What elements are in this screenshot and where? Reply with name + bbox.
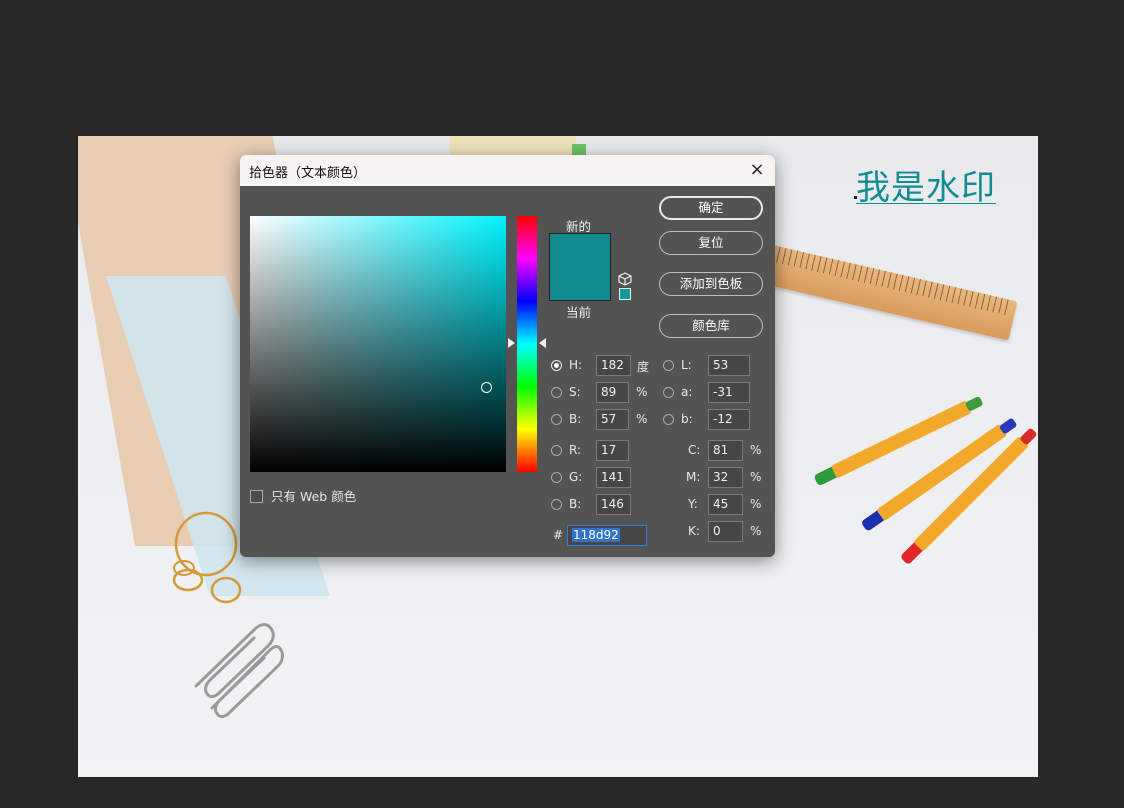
h-label: H: xyxy=(569,358,583,372)
lab-b-label: b: xyxy=(681,412,693,426)
radio-b[interactable] xyxy=(551,414,562,425)
b-field[interactable]: 57 xyxy=(596,409,629,430)
ok-button[interactable]: 确定 xyxy=(659,196,763,220)
web-only-colors-label: 只有 Web 颜色 xyxy=(271,489,357,504)
c-unit: % xyxy=(750,443,762,457)
dialog-titlebar[interactable]: 拾色器（文本颜色） × xyxy=(240,155,775,186)
h-field[interactable]: 182 xyxy=(596,355,631,376)
hue-slider-arrow-right-icon[interactable] xyxy=(539,338,546,348)
color-picker-cursor-icon[interactable] xyxy=(481,382,492,393)
y-unit: % xyxy=(750,497,762,511)
hex-value-selected: 118d92 xyxy=(572,528,620,542)
wooden-ruler xyxy=(759,244,1018,341)
hue-slider-arrow-left-icon[interactable] xyxy=(508,338,515,348)
radio-rgb-b[interactable] xyxy=(551,499,562,510)
r-label: R: xyxy=(569,443,582,457)
paperclips xyxy=(194,623,284,719)
green-marker xyxy=(813,391,990,487)
l-label: L: xyxy=(681,358,692,372)
k-label: K: xyxy=(688,524,700,538)
a-label: a: xyxy=(681,385,693,399)
r-field[interactable]: 17 xyxy=(596,440,629,461)
out-of-gamut-cube-icon[interactable] xyxy=(618,272,632,286)
k-unit: % xyxy=(750,524,762,538)
c-field[interactable]: 81 xyxy=(708,440,743,461)
reset-button[interactable]: 复位 xyxy=(659,231,763,255)
s-field[interactable]: 89 xyxy=(596,382,629,403)
radio-r[interactable] xyxy=(551,445,562,456)
ruler-ticks xyxy=(770,245,1012,316)
g-label: G: xyxy=(569,470,583,484)
b-unit: % xyxy=(636,412,648,426)
color-picker-dialog: 拾色器（文本颜色） × 只有 Web 颜色 新的 当前 确定 复位 添加到色板 … xyxy=(240,155,775,557)
rgb-b-label: B: xyxy=(569,497,582,511)
hex-field[interactable]: 118d92 xyxy=(567,525,647,546)
c-label: C: xyxy=(688,443,701,457)
m-field[interactable]: 32 xyxy=(708,467,743,488)
hex-label: # xyxy=(553,528,564,542)
radio-l[interactable] xyxy=(663,360,674,371)
s-label: S: xyxy=(569,385,581,399)
rgb-b-field[interactable]: 146 xyxy=(596,494,631,515)
websafe-color-swatch[interactable] xyxy=(619,288,631,300)
g-field[interactable]: 141 xyxy=(596,467,631,488)
h-unit: 度 xyxy=(637,360,650,374)
radio-s[interactable] xyxy=(551,387,562,398)
m-label: M: xyxy=(686,470,701,484)
radio-h[interactable] xyxy=(551,360,562,371)
current-color-label: 当前 xyxy=(566,305,592,320)
close-icon[interactable]: × xyxy=(745,159,769,181)
k-field[interactable]: 0 xyxy=(708,521,743,542)
color-libraries-button[interactable]: 颜色库 xyxy=(659,314,763,338)
l-field[interactable]: 53 xyxy=(708,355,750,376)
hue-slider[interactable] xyxy=(517,216,537,472)
watermark-text[interactable]: 我是水印 xyxy=(856,160,996,209)
a-field[interactable]: -31 xyxy=(708,382,750,403)
radio-lab-b[interactable] xyxy=(663,414,674,425)
add-to-swatches-button[interactable]: 添加到色板 xyxy=(659,272,763,296)
text-cursor xyxy=(854,196,857,199)
y-field[interactable]: 45 xyxy=(708,494,743,515)
b-label: B: xyxy=(569,412,582,426)
new-color-swatch xyxy=(549,233,611,268)
current-color-swatch[interactable] xyxy=(549,267,611,301)
web-only-colors-checkbox[interactable]: 只有 Web 颜色 xyxy=(250,486,356,505)
checkbox-box[interactable] xyxy=(250,490,263,503)
m-unit: % xyxy=(750,470,762,484)
radio-g[interactable] xyxy=(551,472,562,483)
saturation-brightness-field[interactable] xyxy=(250,216,506,472)
y-label: Y: xyxy=(688,497,698,511)
dialog-title: 拾色器（文本颜色） xyxy=(249,166,367,181)
radio-a[interactable] xyxy=(663,387,674,398)
lab-b-field[interactable]: -12 xyxy=(708,409,750,430)
s-unit: % xyxy=(636,385,648,399)
